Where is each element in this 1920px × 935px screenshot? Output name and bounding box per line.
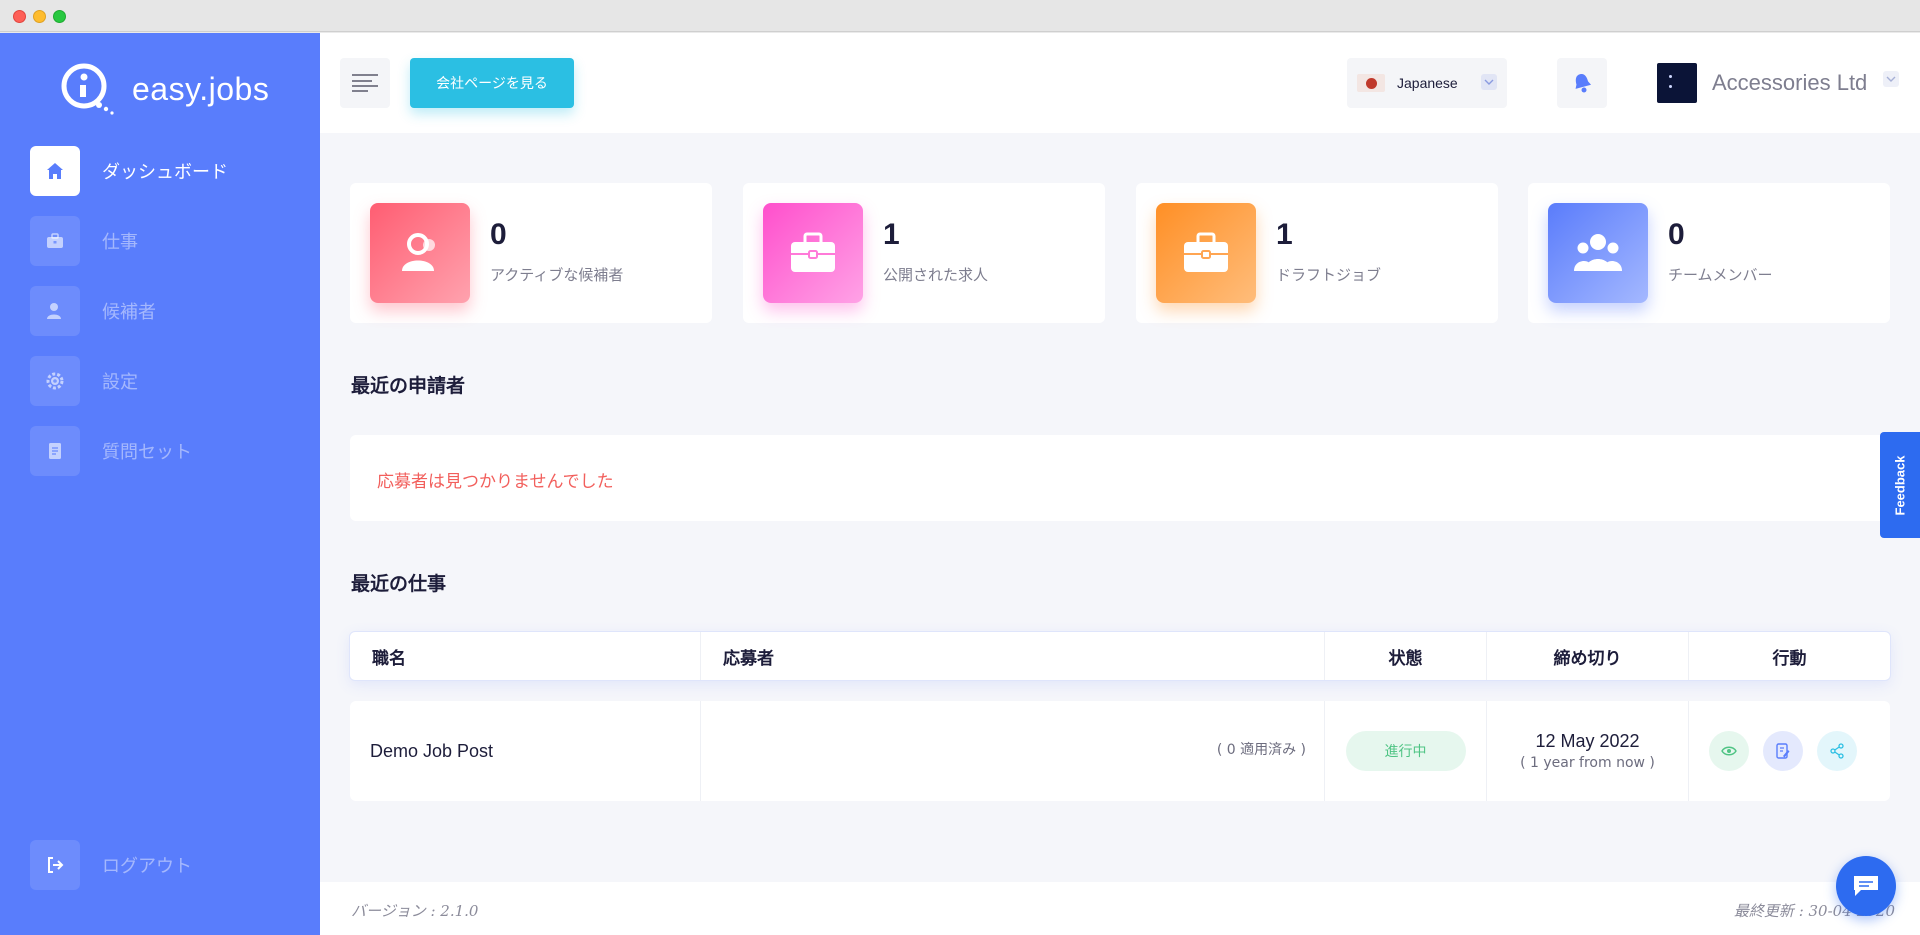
sidebar: easy.jobs ダッシュボード 仕事 候補者 設定 質問セット ログアウト <box>0 33 320 935</box>
main-content: 会社ページを見る Japanese Accessories Ltd 0 アクティ… <box>320 33 1920 935</box>
share-job-button[interactable] <box>1817 731 1857 771</box>
logo-text: easy.jobs <box>132 70 270 107</box>
home-icon <box>30 146 80 196</box>
column-header-title: 職名 <box>350 632 701 680</box>
app-logo[interactable]: easy.jobs <box>58 61 269 117</box>
close-window-button[interactable] <box>13 10 26 23</box>
maximize-window-button[interactable] <box>53 10 66 23</box>
status-badge: 進行中 <box>1345 731 1466 771</box>
recent-applicants-title: 最近の申請者 <box>351 375 466 397</box>
share-icon <box>1830 743 1844 759</box>
stat-label: 公開された求人 <box>883 266 989 284</box>
column-header-actions: 行動 <box>1772 648 1807 669</box>
view-job-button[interactable] <box>1709 731 1749 771</box>
actions-cell <box>1689 701 1890 801</box>
column-header-deadline: 締め切り <box>1487 632 1689 680</box>
empty-applicants-message: 応募者は見つかりませんでした <box>377 472 614 492</box>
users-icon <box>370 203 470 303</box>
status-cell: 進行中 <box>1325 701 1487 801</box>
logout-icon <box>30 840 80 890</box>
eye-icon <box>1721 746 1737 756</box>
gear-icon <box>30 356 80 406</box>
stat-label: ドラフトジョブ <box>1276 266 1382 284</box>
chevron-down-icon[interactable] <box>1883 71 1899 87</box>
job-title-link[interactable]: Demo Job Post <box>370 741 493 762</box>
logo-icon <box>58 61 118 117</box>
edit-icon <box>1776 743 1790 759</box>
stat-value: 1 <box>883 218 900 251</box>
bell-icon <box>1575 74 1592 93</box>
sidebar-item-label: 仕事 <box>102 232 138 253</box>
view-company-page-button[interactable]: 会社ページを見る <box>410 58 574 108</box>
sidebar-item-label: 設定 <box>102 372 138 393</box>
stat-card-published-jobs[interactable]: 1 公開された求人 <box>743 183 1105 323</box>
footer: バージョン : 2.1.0 最終更新 : 30-04-2020 <box>320 882 1920 935</box>
team-icon <box>1548 203 1648 303</box>
sidebar-item-jobs[interactable]: 仕事 <box>30 216 300 266</box>
language-selector[interactable]: Japanese <box>1347 58 1507 108</box>
briefcase-icon <box>1156 203 1256 303</box>
sidebar-item-dashboard[interactable]: ダッシュボード <box>30 146 300 196</box>
stat-card-team-members[interactable]: 0 チームメンバー <box>1528 183 1890 323</box>
chat-icon <box>1854 876 1878 896</box>
applicants-cell: ( 0 適用済み ) <box>701 701 1325 801</box>
applicant-count: ( 0 適用済み ) <box>1216 742 1306 758</box>
language-label: Japanese <box>1397 75 1458 91</box>
notifications-button[interactable] <box>1557 58 1607 108</box>
feedback-tab[interactable]: Feedback <box>1880 432 1920 538</box>
sidebar-item-label: 候補者 <box>102 302 156 323</box>
stat-card-active-candidates[interactable]: 0 アクティブな候補者 <box>350 183 712 323</box>
window-titlebar <box>0 0 1920 32</box>
logout-button[interactable]: ログアウト <box>30 840 192 890</box>
deadline-date: 12 May 2022 <box>1535 731 1640 751</box>
stat-value: 0 <box>490 218 507 251</box>
minimize-window-button[interactable] <box>33 10 46 23</box>
company-logo <box>1657 63 1697 103</box>
deadline-cell: 12 May 2022 ( 1 year from now ) <box>1487 701 1689 801</box>
chevron-down-icon <box>1481 74 1497 90</box>
column-header-applicants: 応募者 <box>701 632 1325 680</box>
company-name: Accessories Ltd <box>1712 70 1868 95</box>
stat-value: 1 <box>1276 218 1293 251</box>
company-switcher[interactable]: Accessories Ltd <box>1657 63 1867 103</box>
sidebar-item-label: 質問セット <box>102 442 192 463</box>
menu-toggle-button[interactable] <box>340 58 390 108</box>
user-icon <box>30 286 80 336</box>
sidebar-item-label: ダッシュボード <box>102 162 228 183</box>
table-row: Demo Job Post ( 0 適用済み ) 進行中 12 May 2022… <box>350 701 1890 801</box>
briefcase-icon <box>30 216 80 266</box>
document-icon <box>30 426 80 476</box>
recent-applicants-panel: 応募者は見つかりませんでした <box>350 435 1910 521</box>
chat-widget-button[interactable] <box>1836 856 1896 916</box>
feedback-label: Feedback <box>1892 455 1908 515</box>
stat-card-draft-jobs[interactable]: 1 ドラフトジョブ <box>1136 183 1498 323</box>
job-title-cell: Demo Job Post <box>350 701 701 801</box>
stat-value: 0 <box>1668 218 1685 251</box>
edit-job-button[interactable] <box>1763 731 1803 771</box>
sidebar-item-settings[interactable]: 設定 <box>30 356 300 406</box>
recent-jobs-title: 最近の仕事 <box>351 573 447 595</box>
jobs-table-header: 職名 応募者 状態 締め切り 行動 <box>349 631 1891 681</box>
deadline-relative: ( 1 year from now ) <box>1520 755 1655 771</box>
stat-label: アクティブな候補者 <box>490 266 624 284</box>
topbar: 会社ページを見る Japanese Accessories Ltd <box>320 33 1920 133</box>
briefcase-icon <box>763 203 863 303</box>
hamburger-icon <box>352 74 378 92</box>
sidebar-item-question-sets[interactable]: 質問セット <box>30 426 300 476</box>
logout-label: ログアウト <box>102 856 192 877</box>
version-text: バージョン : 2.1.0 <box>351 902 479 920</box>
japan-flag-icon <box>1357 74 1385 92</box>
stat-label: チームメンバー <box>1668 266 1773 284</box>
sidebar-item-candidates[interactable]: 候補者 <box>30 286 300 336</box>
sidebar-nav: ダッシュボード 仕事 候補者 設定 質問セット <box>30 146 300 496</box>
column-header-status: 状態 <box>1325 632 1487 680</box>
